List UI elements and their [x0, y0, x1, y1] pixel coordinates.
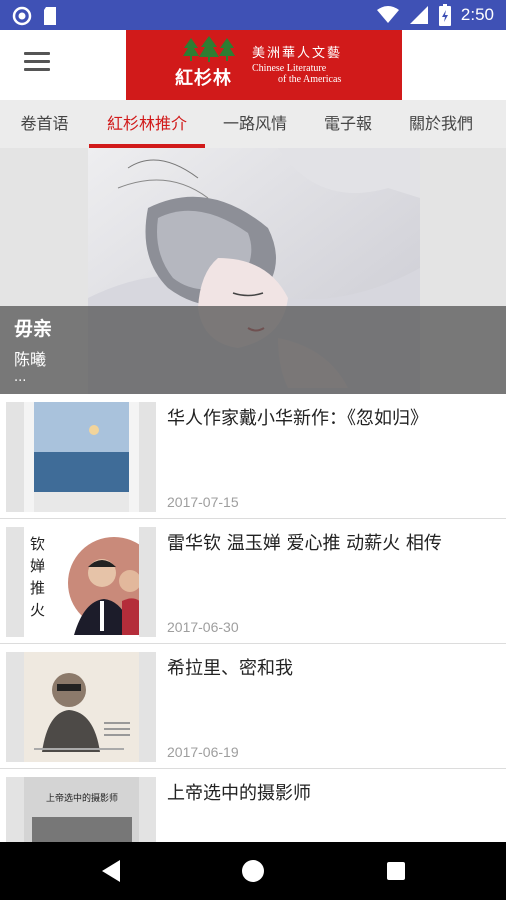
hamburger-menu-icon[interactable] — [24, 52, 52, 78]
list-item[interactable]: 希拉里、密和我 2017-06-19 — [0, 644, 506, 769]
list-item[interactable]: 钦 婵 推 火 雷华钦 温玉婵 爱心推 动薪火 相传 2017-06-30 — [0, 519, 506, 644]
tab-about[interactable]: 關於我們 — [391, 100, 491, 148]
portrait-thumbnail — [24, 652, 139, 762]
tab-bar: 卷首语 紅杉林推介 一路风情 電子報 關於我們 — [0, 100, 506, 148]
status-right-icons: 2:50 — [376, 4, 494, 26]
status-bar: 2:50 — [0, 0, 506, 30]
hero-title: 毋亲 — [14, 318, 53, 340]
featured-article[interactable]: 毋亲 陈曦 ... — [0, 148, 506, 394]
sd-card-icon — [44, 7, 56, 25]
article-date: 2017-06-30 — [167, 619, 239, 635]
tab-travel[interactable]: 一路风情 — [205, 100, 305, 148]
article-title: 华人作家戴小华新作：《忽如归》 — [167, 408, 428, 429]
hero-caption-overlay — [0, 306, 506, 394]
couple-photo — [68, 537, 139, 635]
article-title: 上帝选中的摄影师 — [167, 783, 311, 804]
book-cover-thumbnail — [24, 402, 139, 512]
signal-icon — [409, 6, 428, 24]
home-circle-icon[interactable] — [223, 842, 283, 900]
status-left-icons — [12, 6, 58, 26]
app-logo[interactable]: 紅杉林 美洲華人文藝 Chinese Literature of the Ame… — [126, 30, 402, 100]
article-title: 雷华钦 温玉婵 爱心推 动薪火 相传 — [167, 533, 442, 554]
article-title: 希拉里、密和我 — [167, 658, 293, 679]
logo-tagline-en: Chinese Literature of the Americas — [252, 63, 372, 85]
logo-name: 紅杉林 — [175, 68, 232, 89]
thumbnail-frame — [6, 402, 156, 512]
tab-recommendations[interactable]: 紅杉林推介 — [89, 100, 205, 148]
hero-more: ... — [14, 370, 27, 385]
back-triangle-icon[interactable] — [82, 842, 142, 900]
logo-tagline-en-line2: of the Americas — [278, 74, 342, 85]
hero-author: 陈曦 — [14, 350, 47, 369]
recents-square-icon[interactable] — [366, 842, 426, 900]
redwood-trees-icon — [183, 36, 235, 62]
logo-tagline-cn: 美洲華人文藝 — [252, 46, 343, 61]
tab-newsletter[interactable]: 電子報 — [305, 100, 391, 148]
article-date: 2017-06-19 — [167, 744, 239, 760]
book-cover-thumbnail: 上帝选中的摄影师 — [24, 777, 139, 842]
thumbnail-frame: 钦 婵 推 火 — [6, 527, 156, 637]
thumbnail-frame: 上帝选中的摄影师 — [6, 777, 156, 842]
book-cover-photo — [32, 817, 132, 842]
list-item[interactable]: 上帝选中的摄影师 上帝选中的摄影师 — [0, 769, 506, 842]
app-bar: 紅杉林 美洲華人文藝 Chinese Literature of the Ame… — [0, 30, 506, 100]
wifi-icon — [376, 6, 399, 23]
article-list: 华人作家戴小华新作：《忽如归》 2017-07-15 钦 婵 推 火 雷华钦 温… — [0, 394, 506, 842]
logo-tagline-en-line1: Chinese Literature — [252, 63, 327, 74]
battery-icon — [438, 4, 451, 26]
article-date: 2017-07-15 — [167, 494, 239, 510]
notification-circle-icon — [12, 6, 32, 26]
system-navigation-bar — [0, 842, 506, 900]
thumbnail-frame — [6, 652, 156, 762]
book-cover-title: 上帝选中的摄影师 — [45, 794, 118, 804]
status-time: 2:50 — [460, 5, 494, 24]
poster-thumbnail: 钦 婵 推 火 — [24, 527, 139, 637]
tab-editorial[interactable]: 卷首语 — [0, 100, 89, 148]
list-item[interactable]: 华人作家戴小华新作：《忽如归》 2017-07-15 — [0, 394, 506, 519]
